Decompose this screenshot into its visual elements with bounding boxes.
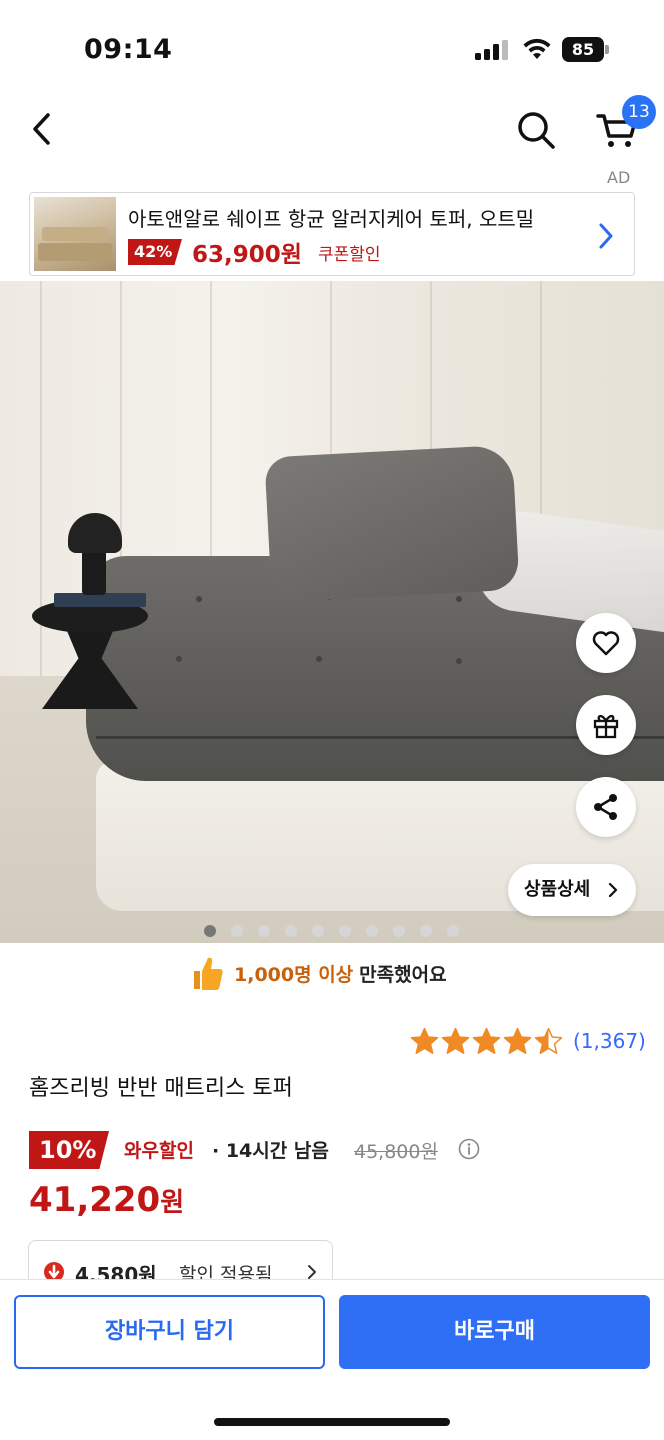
- ad-price: 63,900원: [192, 242, 302, 268]
- star-icon: [534, 1027, 563, 1054]
- gift-button[interactable]: [576, 695, 636, 755]
- heart-icon: [592, 631, 620, 656]
- gift-icon: [593, 714, 619, 739]
- carousel-dot[interactable]: [366, 925, 378, 937]
- back-arrow-icon[interactable]: [22, 106, 62, 152]
- ad-title: 아토앤알로 쉐이프 항균 알러지케어 토퍼, 오트밀: [128, 207, 535, 231]
- star-rating: [410, 1027, 565, 1055]
- cellular-signal-icon: [475, 40, 508, 60]
- thumbs-up-icon: [194, 957, 223, 990]
- final-price: 41,220원: [29, 1180, 184, 1220]
- satisfaction-count: 1,000명 이상: [234, 963, 354, 986]
- chevron-right-icon: [308, 1265, 316, 1279]
- lamp-head: [68, 513, 122, 553]
- product-detail-label: 상품상세: [524, 879, 591, 900]
- wishlist-button[interactable]: [576, 613, 636, 673]
- home-indicator[interactable]: [214, 1418, 450, 1426]
- topper-tuft: [316, 656, 322, 662]
- carousel-dot[interactable]: [312, 925, 324, 937]
- curtain-fold: [40, 281, 42, 701]
- ad-label: AD: [607, 168, 631, 187]
- carousel-dot[interactable]: [393, 925, 405, 937]
- carousel-dot[interactable]: [231, 925, 243, 937]
- product-detail-button[interactable]: 상품상세: [508, 864, 636, 916]
- add-to-cart-button[interactable]: 장바구니 담기: [14, 1295, 325, 1369]
- search-icon[interactable]: [512, 106, 560, 154]
- original-price: 45,800원: [354, 1141, 438, 1163]
- product-rating[interactable]: (1,367): [410, 1026, 646, 1056]
- product-image-carousel[interactable]: 상품상세: [0, 281, 664, 943]
- ad-discount-badge: 42%: [128, 239, 182, 265]
- status-time: 09:14: [84, 34, 173, 65]
- star-icon: [503, 1027, 532, 1054]
- share-button[interactable]: [576, 777, 636, 837]
- cart-count-badge: 13: [622, 95, 656, 129]
- buy-now-button[interactable]: 바로구매: [339, 1295, 650, 1369]
- chevron-right-icon: [599, 223, 613, 249]
- product-title: 홈즈리빙 반반 매트리스 토퍼: [29, 1076, 293, 1101]
- ad-product-thumbnail: [34, 197, 116, 271]
- thumbnail-topper: [42, 227, 108, 241]
- final-price-unit: 원: [160, 1188, 185, 1218]
- bottom-action-bar: 장바구니 담기 바로구매: [0, 1279, 664, 1440]
- carousel-pagination[interactable]: [204, 925, 459, 937]
- topper-tuft: [196, 596, 202, 602]
- chevron-right-icon: [608, 882, 618, 898]
- carousel-dot[interactable]: [285, 925, 297, 937]
- carousel-dot[interactable]: [420, 925, 432, 937]
- carousel-dot[interactable]: [447, 925, 459, 937]
- review-count[interactable]: (1,367): [573, 1029, 646, 1053]
- wifi-icon: [523, 38, 551, 59]
- battery-tip: [605, 45, 609, 54]
- satisfaction-banner: 1,000명 이상 만족했어요: [190, 952, 447, 994]
- wow-discount-label: 와우할인: [124, 1140, 194, 1162]
- carousel-dot[interactable]: [258, 925, 270, 937]
- final-price-value: 41,220: [29, 1180, 161, 1220]
- info-icon[interactable]: [458, 1138, 480, 1160]
- carousel-dot[interactable]: [339, 925, 351, 937]
- status-bar: 09:14 85: [0, 0, 664, 96]
- star-icon: [441, 1027, 470, 1054]
- topper-tuft: [176, 656, 182, 662]
- discount-badge: 10%: [29, 1131, 109, 1169]
- thumbnail-mattress: [38, 243, 112, 261]
- time-remaining: · 14시간 남음: [212, 1140, 329, 1162]
- satisfaction-text: 만족했어요: [359, 963, 447, 986]
- star-icon: [410, 1027, 439, 1054]
- ad-coupon-label: 쿠폰할인: [318, 245, 381, 265]
- battery-indicator: 85: [562, 37, 610, 62]
- star-icon: [472, 1027, 501, 1054]
- topper-tuft: [456, 596, 462, 602]
- topper-tuft: [456, 658, 462, 664]
- books: [54, 593, 146, 607]
- gray-pillow: [264, 444, 520, 603]
- share-icon: [594, 794, 617, 820]
- ad-banner[interactable]: 아토앤알로 쉐이프 항균 알러지케어 토퍼, 오트밀 42% 63,900원 쿠…: [29, 192, 635, 276]
- lamp-stem: [82, 547, 106, 595]
- carousel-dot[interactable]: [204, 925, 216, 937]
- battery-level: 85: [562, 37, 604, 62]
